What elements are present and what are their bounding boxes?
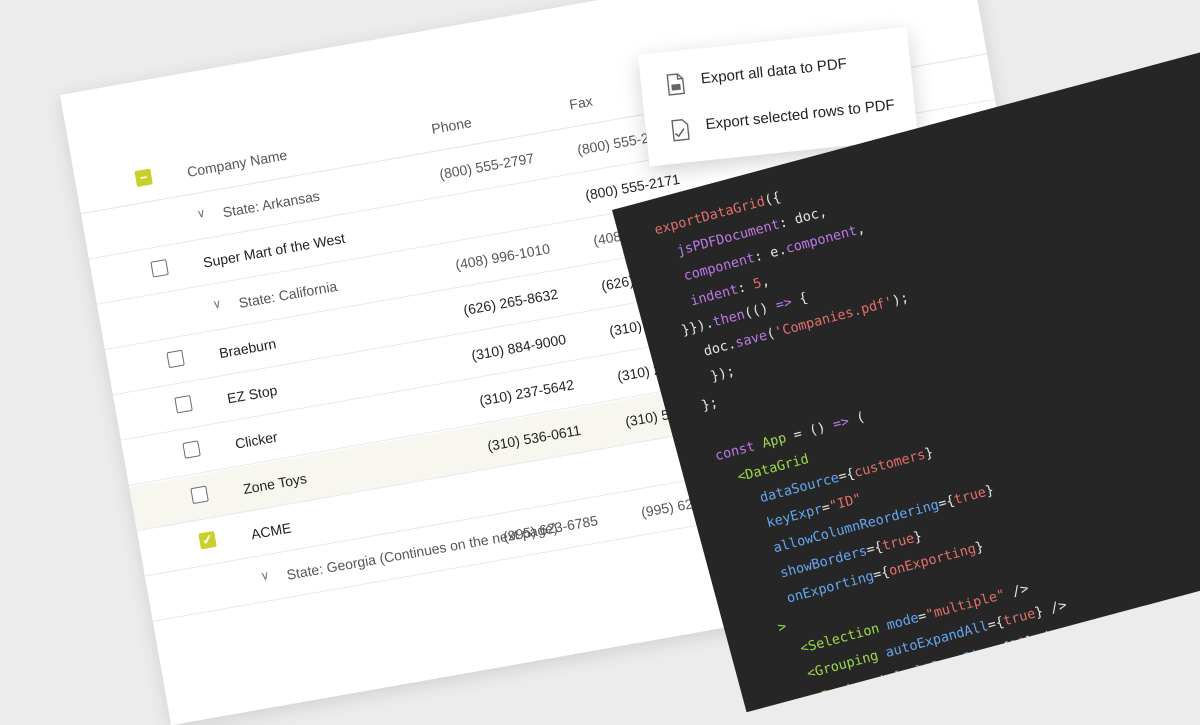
code-token: formats <box>999 653 1059 684</box>
code-token: true <box>952 484 988 509</box>
code-token: save <box>733 327 770 352</box>
code-token: exportFormats <box>1070 622 1177 665</box>
code-token: ( <box>846 408 867 429</box>
check-icon: ✓ <box>200 531 215 548</box>
code-token: ={ <box>1054 649 1075 670</box>
code-token: ={ <box>992 639 1013 659</box>
code-token: ({ <box>762 189 783 209</box>
export-selected-icon <box>671 119 690 142</box>
select-all-checkbox[interactable]: − <box>134 168 153 188</box>
minus-icon: − <box>138 169 149 186</box>
export-all-pdf-label: Export all data to PDF <box>699 55 848 88</box>
company-cell: ACME <box>249 519 293 543</box>
code-token: } <box>1172 617 1192 638</box>
code-token: { <box>789 289 810 310</box>
column-header-phone[interactable]: Phone <box>430 114 473 137</box>
chevron-down-icon[interactable]: ∨ <box>196 206 207 221</box>
code-token: }); <box>693 363 737 390</box>
code-token: /> <box>1002 580 1031 603</box>
phone-cell: (626) 265-8632 <box>462 285 560 319</box>
code-token: (() <box>742 298 779 322</box>
pdf-file-icon <box>666 73 686 96</box>
code-token: } /> <box>1032 597 1069 621</box>
row-checkbox[interactable] <box>190 485 209 505</box>
company-cell: Super Mart of the West <box>201 229 347 271</box>
code-token: }; <box>699 394 720 415</box>
row-checkbox[interactable]: ✓ <box>198 530 217 550</box>
code-token: enabled <box>881 685 941 713</box>
code-token: 10 <box>1008 634 1029 655</box>
fax-cell: (995) 62 <box>639 495 695 521</box>
phone-cell: (800) 555-2797 <box>438 149 536 183</box>
phone-cell: (995) 623-6785 <box>502 512 600 545</box>
row-checkbox[interactable] <box>166 349 185 369</box>
company-cell: Clicker <box>233 428 279 452</box>
code-token: true <box>952 672 988 697</box>
code-token: <Export <box>819 702 878 712</box>
chevron-down-icon[interactable]: ∨ <box>259 568 270 583</box>
group-label: State: California <box>237 277 339 311</box>
export-selected-pdf-label: Export selected rows to PDF <box>704 96 896 134</box>
code-token: ); <box>890 289 911 310</box>
company-cell: Braeburn <box>217 335 278 362</box>
code-token: "ID" <box>827 490 864 515</box>
phone-cell: (408) 996-1010 <box>454 240 552 273</box>
row-checkbox[interactable] <box>182 440 201 459</box>
code-token: true <box>880 530 916 555</box>
code-token: : e. <box>752 241 789 266</box>
column-header-company[interactable]: Company Name <box>186 147 288 180</box>
code-token: then <box>711 306 747 331</box>
phone-cell: (310) 237-5642 <box>478 376 576 409</box>
code-token: ={ <box>936 680 957 701</box>
phone-cell: (310) 536-0611 <box>486 421 583 454</box>
row-checkbox[interactable] <box>174 394 193 414</box>
code-token: } <box>983 668 1004 689</box>
company-cell: Zone Toys <box>241 470 308 498</box>
column-header-fax[interactable]: Fax <box>568 93 594 113</box>
chevron-down-icon[interactable]: ∨ <box>212 296 223 311</box>
row-checkbox[interactable] <box>150 259 169 278</box>
code-token: true <box>1001 605 1038 630</box>
phone-cell: (310) 884-9000 <box>470 330 568 364</box>
company-cell: EZ Stop <box>225 381 279 407</box>
code-token: } /> <box>1024 626 1060 651</box>
group-label: State: Arkansas <box>221 187 321 221</box>
code-token: mode <box>884 609 921 634</box>
